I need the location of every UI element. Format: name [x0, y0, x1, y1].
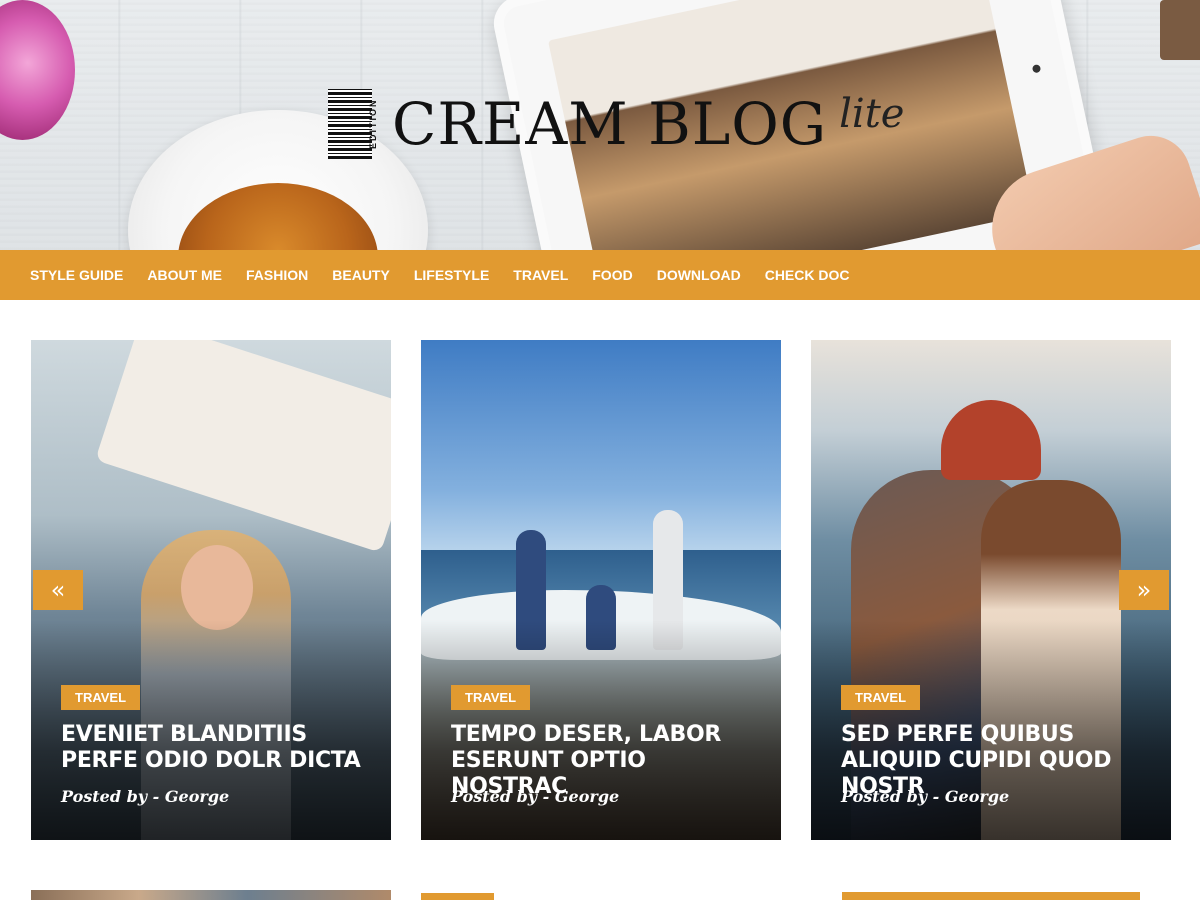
- logo-subtitle: lite: [839, 91, 905, 137]
- post-thumbnail[interactable]: [31, 890, 391, 900]
- category-badge[interactable]: TRAVEL: [841, 685, 921, 710]
- category-badge[interactable]: TRAVEL: [451, 685, 531, 710]
- logo-title: CREAM BLOG: [392, 90, 828, 158]
- nav-item-style-guide[interactable]: STYLE GUIDE: [30, 267, 123, 283]
- logo-edition-text: EDITION: [368, 98, 378, 150]
- slider-card[interactable]: TRAVEL SED PERFE QUIBUS ALIQUID CUPIDI Q…: [811, 340, 1171, 840]
- nav-item-travel[interactable]: TRAVEL: [513, 267, 568, 283]
- nav-item-beauty[interactable]: BEAUTY: [332, 267, 390, 283]
- site-logo[interactable]: EDITION CREAM BLOG lite: [328, 88, 904, 160]
- card-author: Posted by - George: [841, 787, 1010, 806]
- tablet-camera: [1031, 63, 1042, 74]
- nav-item-check-doc[interactable]: CHECK DOC: [765, 267, 850, 283]
- card-title[interactable]: EVENIET BLANDITIIS PERFE ODIO DOLR DICTA: [61, 722, 371, 774]
- barcode-icon: EDITION: [328, 89, 378, 159]
- card-image-hat: [941, 400, 1041, 480]
- chevron-double-right-icon: »: [1136, 576, 1152, 604]
- box-decoration: [1160, 0, 1200, 60]
- widget-header-bar: [842, 892, 1140, 900]
- nav-item-download[interactable]: DOWNLOAD: [657, 267, 741, 283]
- chevron-double-left-icon: «: [50, 576, 66, 604]
- featured-slider: TRAVEL EVENIET BLANDITIIS PERFE ODIO DOL…: [31, 340, 1171, 840]
- slider-card[interactable]: TRAVEL TEMPO DESER, LABOR ESERUNT OPTIO …: [421, 340, 781, 840]
- category-badge[interactable]: TRAVEL: [61, 685, 141, 710]
- card-image-face: [181, 545, 253, 630]
- header-banner: EDITION CREAM BLOG lite: [0, 0, 1200, 250]
- main-navigation: STYLE GUIDE ABOUT ME FASHION BEAUTY LIFE…: [0, 250, 1200, 300]
- nav-item-fashion[interactable]: FASHION: [246, 267, 308, 283]
- slider-card[interactable]: TRAVEL EVENIET BLANDITIIS PERFE ODIO DOL…: [31, 340, 391, 840]
- nav-item-food[interactable]: FOOD: [592, 267, 632, 283]
- card-author: Posted by - George: [61, 787, 230, 806]
- flower-decoration: [0, 0, 75, 140]
- slider-prev-button[interactable]: «: [33, 570, 83, 610]
- nav-item-about-me[interactable]: ABOUT ME: [147, 267, 222, 283]
- category-badge[interactable]: [421, 893, 494, 900]
- slider-next-button[interactable]: »: [1119, 570, 1169, 610]
- card-author: Posted by - George: [451, 787, 620, 806]
- nav-item-lifestyle[interactable]: LIFESTYLE: [414, 267, 489, 283]
- card-image-cloth: [95, 340, 391, 553]
